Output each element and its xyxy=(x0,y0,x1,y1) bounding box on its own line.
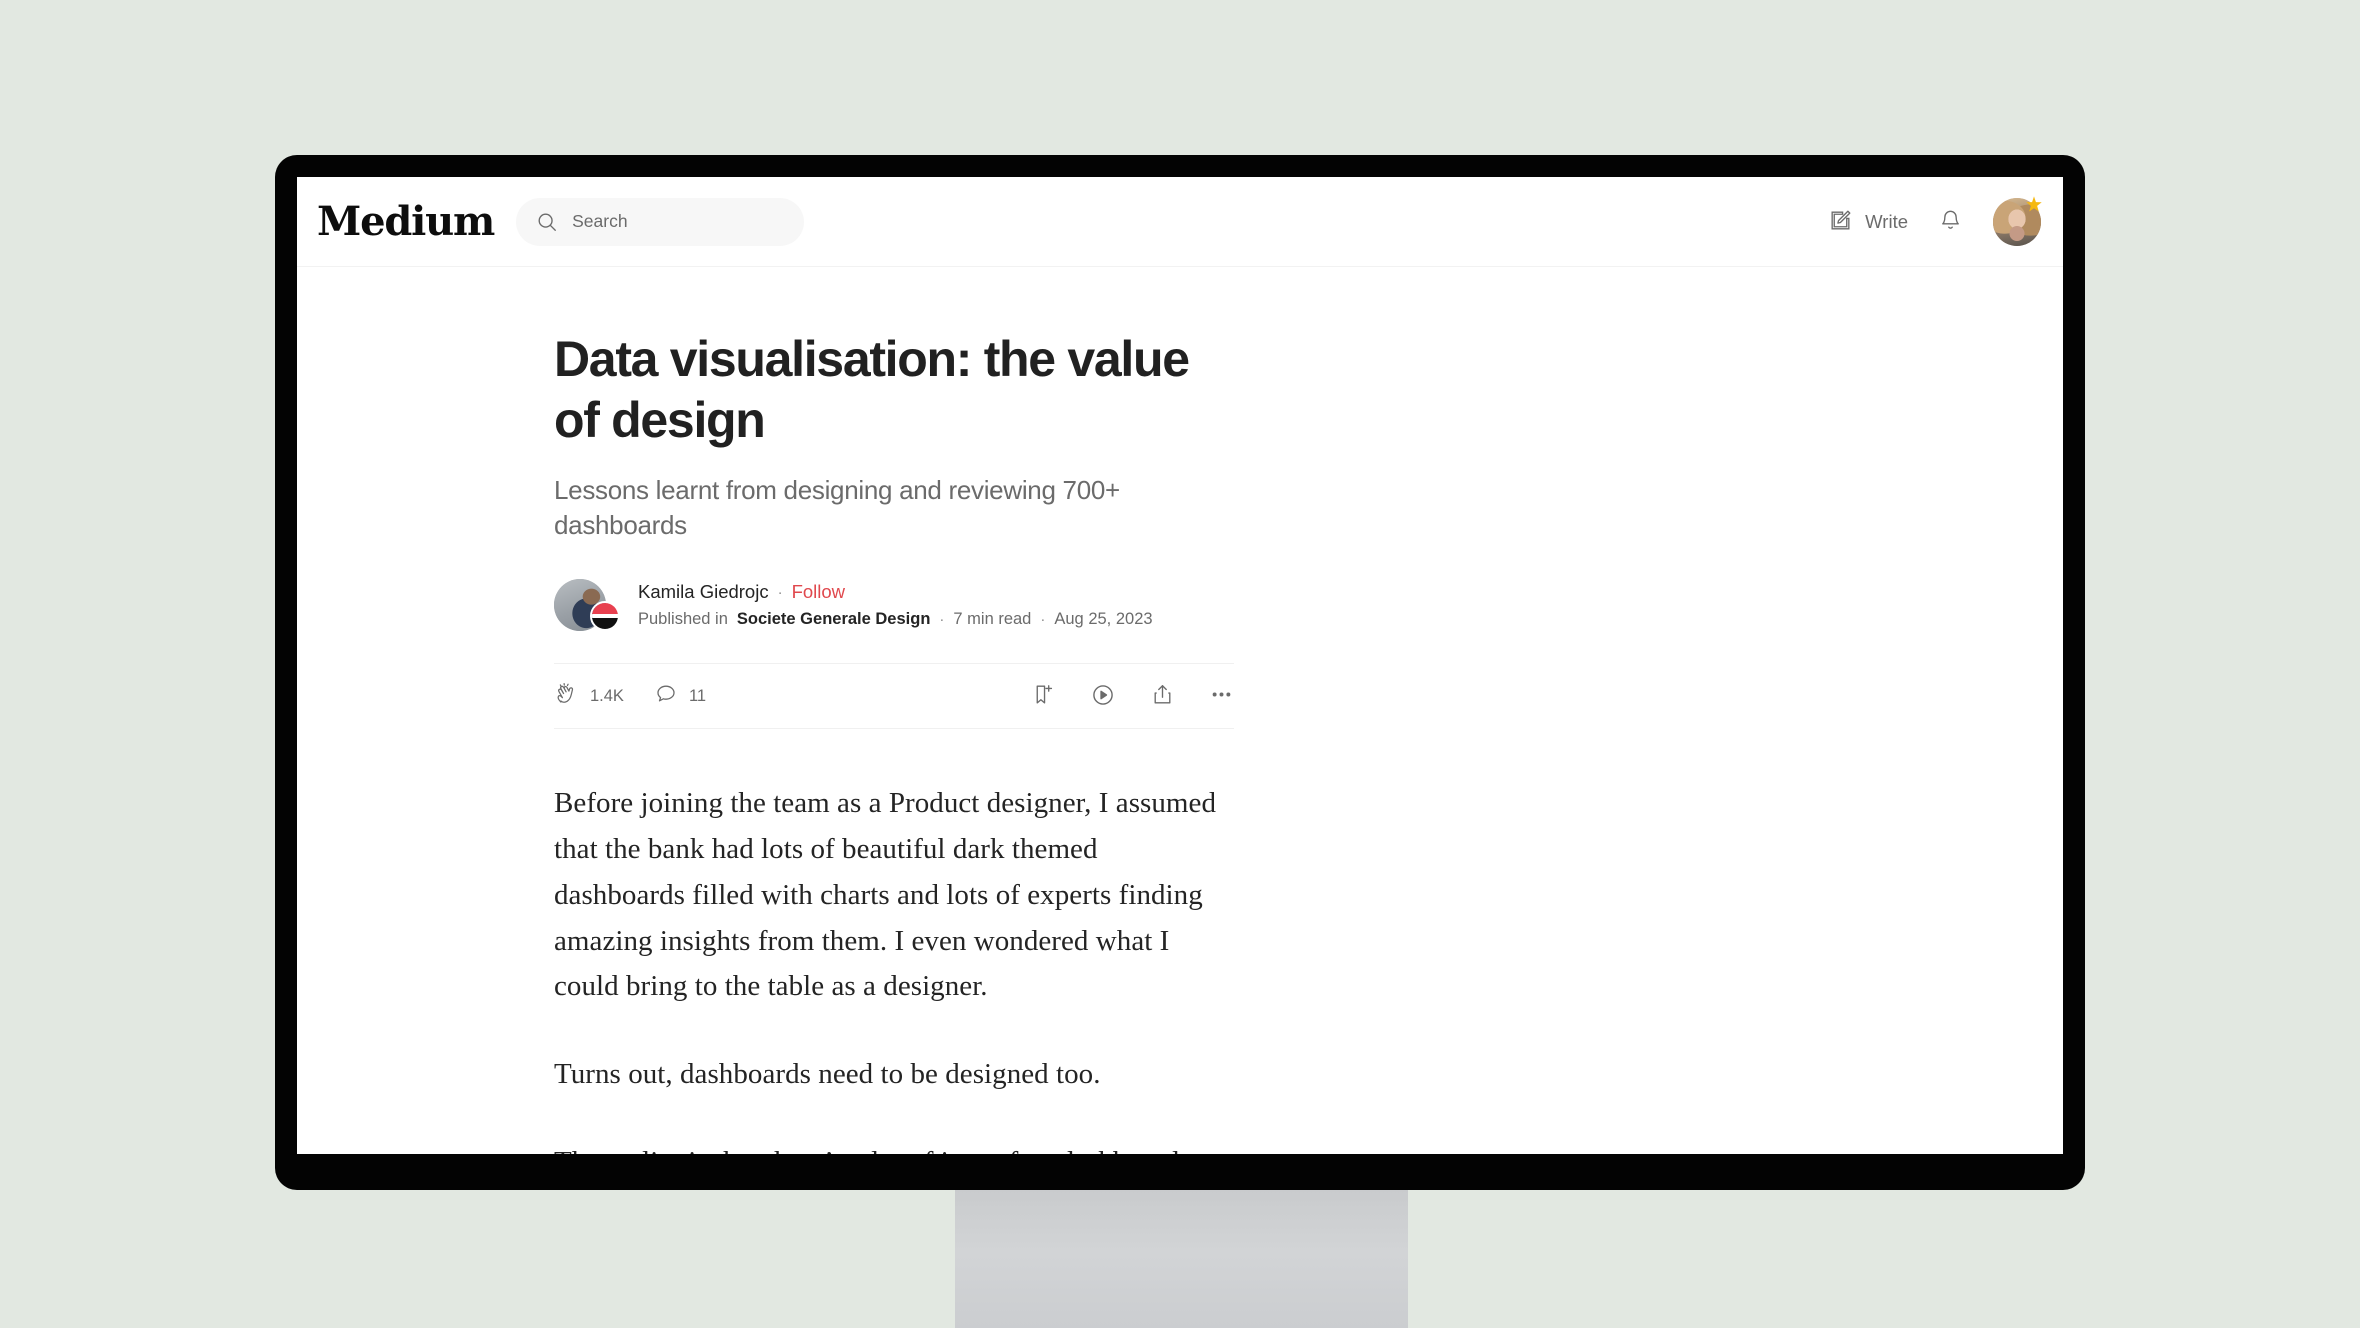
medium-logo[interactable]: Medium xyxy=(317,201,495,242)
comment-icon xyxy=(654,682,678,711)
user-avatar[interactable] xyxy=(1993,195,2042,246)
byline-text: Kamila Giedrojc · Follow Published in So… xyxy=(638,581,1153,629)
comment-count: 11 xyxy=(688,686,707,705)
star-icon xyxy=(2023,194,2045,216)
follow-button[interactable]: Follow xyxy=(792,581,845,603)
write-button[interactable]: Write xyxy=(1828,208,1908,236)
notifications-button[interactable] xyxy=(1938,208,1963,236)
share-button[interactable] xyxy=(1150,682,1175,710)
separator-dot: · xyxy=(777,583,783,601)
read-time: 7 min read xyxy=(953,610,1032,629)
publication-badge xyxy=(590,601,620,632)
engagement-actions xyxy=(1031,682,1234,711)
separator-dot: · xyxy=(1040,611,1046,629)
search-input[interactable] xyxy=(572,211,785,232)
more-options-button[interactable] xyxy=(1209,682,1234,710)
write-label: Write xyxy=(1865,210,1908,232)
byline: Kamila Giedrojc · Follow Published in So… xyxy=(554,577,1234,633)
pencil-square-icon xyxy=(1828,208,1853,236)
monitor-stand xyxy=(955,1190,1408,1328)
screen: Medium Search Write Data visualisation: … xyxy=(297,177,2063,1154)
paragraph: Before joining the team as a Product des… xyxy=(554,787,1217,1003)
byline-author-row: Kamila Giedrojc · Follow xyxy=(638,581,1153,603)
bell-icon xyxy=(1938,208,1963,236)
byline-avatars[interactable] xyxy=(554,577,620,633)
play-circle-icon xyxy=(1090,682,1116,711)
clap-icon xyxy=(554,681,579,711)
page-title: Data visualisation: the value of design xyxy=(554,331,1190,448)
comment-button[interactable]: 11 xyxy=(654,682,706,711)
published-in-label: Published in xyxy=(638,610,728,629)
paragraph: The reality is that there’s a lot of imp… xyxy=(554,1140,1234,1154)
nav-right-actions: Write xyxy=(1828,195,2042,246)
medium-top-navigation: Medium Search Write xyxy=(297,177,2063,267)
engagement-counts: 1.4K 11 xyxy=(554,681,706,711)
search-icon xyxy=(536,211,558,233)
article-subtitle: Lessons learnt from designing and review… xyxy=(554,475,1120,541)
monitor-bezel: Medium Search Write Data visualisation: … xyxy=(275,155,2085,1190)
bookmark-plus-icon xyxy=(1031,682,1056,710)
share-icon xyxy=(1150,682,1175,710)
search-field[interactable] xyxy=(516,197,805,246)
listen-button[interactable] xyxy=(1090,682,1116,711)
clap-button[interactable]: 1.4K xyxy=(554,681,624,711)
bookmark-button[interactable] xyxy=(1031,682,1056,710)
engagement-bar: 1.4K 11 xyxy=(554,663,1234,730)
author-name[interactable]: Kamila Giedrojc xyxy=(638,581,769,603)
separator-dot: · xyxy=(939,611,945,629)
publication-name[interactable]: Societe Generale Design xyxy=(737,610,931,629)
byline-meta-row: Published in Societe Generale Design · 7… xyxy=(638,610,1153,629)
article-container: Data visualisation: the value of design … xyxy=(297,267,2063,1154)
paragraph: Turns out, dashboards need to be designe… xyxy=(554,1058,1101,1091)
article-column: Data visualisation: the value of design … xyxy=(554,329,1234,1154)
clap-count: 1.4K xyxy=(590,686,624,705)
ellipsis-icon xyxy=(1209,682,1234,710)
publish-date: Aug 25, 2023 xyxy=(1054,610,1153,629)
article-body: Before joining the team as a Product des… xyxy=(554,781,1234,1154)
